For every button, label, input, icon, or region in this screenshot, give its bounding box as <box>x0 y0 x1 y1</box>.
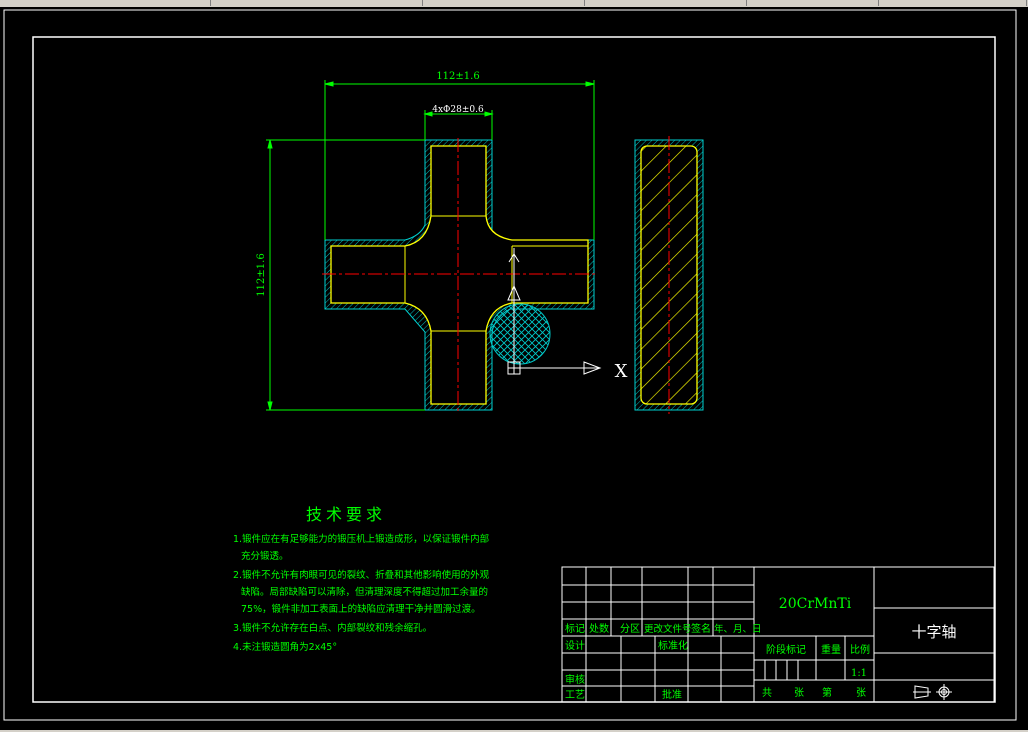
approve-label: 批准 <box>662 688 682 701</box>
material-label: 20CrMnTi <box>779 596 852 612</box>
overall-width-dim: 112±1.6 <box>436 71 479 82</box>
requirement-line: 充分锻透。 <box>241 550 289 562</box>
scale-value: 1:1 <box>851 668 867 679</box>
journal-dia-dim: 4xΦ28±0.6 <box>432 105 484 115</box>
requirement-line: 2.锻件不允许有肉眼可见的裂纹、折叠和其他影响使用的外观 <box>233 569 490 581</box>
requirement-line: 75%，锻件非加工表面上的缺陷应清理干净并圆滑过渡。 <box>241 603 481 615</box>
scale-label: 比例 <box>850 643 870 656</box>
total-label: 共 <box>762 687 772 699</box>
cross-front-view <box>322 138 598 412</box>
view-label-x: X <box>615 361 628 382</box>
requirement-line: 缺陷。局部缺陷可以清除，但清理深度不得超过加工余量的 <box>241 586 488 598</box>
process-label: 工艺 <box>565 689 585 701</box>
cross-contour <box>330 145 589 405</box>
requirement-line: 4.未注锻造圆角为2x45° <box>233 641 337 653</box>
weight-label: 重量 <box>821 643 841 656</box>
header-zone: 分区 <box>620 623 640 635</box>
stage-mark-label: 阶段标记 <box>766 643 806 656</box>
requirements-title: 技术要求 <box>306 505 386 524</box>
header-change-doc: 更改文件号 <box>644 623 692 635</box>
part-name: 十字轴 <box>911 623 956 641</box>
header-count: 处数 <box>589 622 609 635</box>
cross-side-view <box>634 136 704 414</box>
outer-sheet-border <box>3 9 1017 721</box>
design-label: 设计 <box>565 639 585 652</box>
requirement-line: 1.锻件应在有足够能力的锻压机上锻造成形，以保证锻件内部 <box>233 533 489 545</box>
header-sign: 签名 <box>691 622 711 635</box>
check-label: 审核 <box>565 673 585 686</box>
requirement-line: 3.锻件不允许存在白点、内部裂纹和残余缩孔。 <box>233 622 432 634</box>
projection-symbol-icon <box>913 684 952 700</box>
overall-height-dim: 112±1.6 <box>256 253 267 296</box>
cad-drawing-canvas[interactable]: 112±1.6 4xΦ28±0.6 112±1.6 X 技术要求 1.锻件应在有… <box>0 0 1028 730</box>
nth-label: 第 <box>822 686 832 699</box>
sheets-label: 张 <box>794 687 804 699</box>
sheet-label: 张 <box>856 687 866 699</box>
header-date: 年、月、日 <box>714 623 762 635</box>
requirements-text: 1.锻件应在有足够能力的锻压机上锻造成形，以保证锻件内部 充分锻透。 2.锻件不… <box>233 533 490 653</box>
standardize-label: 标准化 <box>658 639 688 652</box>
header-mark: 标记 <box>565 623 585 635</box>
